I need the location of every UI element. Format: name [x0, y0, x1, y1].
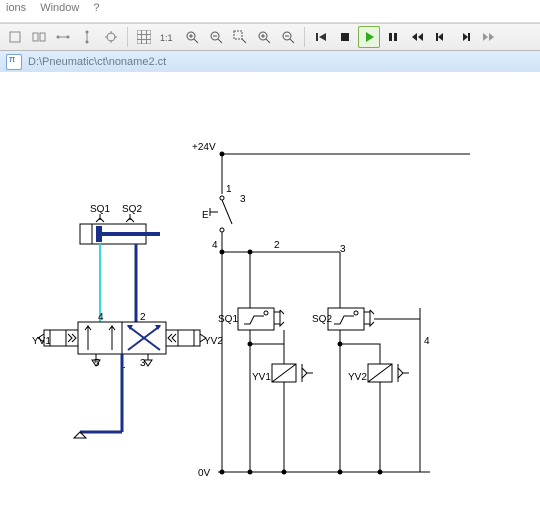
schematic-canvas[interactable]: SQ1 SQ2 YV1	[0, 72, 540, 519]
tool-multirect-icon[interactable]	[28, 26, 50, 48]
supply-label: +24V	[192, 142, 216, 153]
cyl-sensor-label-1: SQ1	[90, 204, 110, 215]
valve-port-2: 2	[140, 312, 146, 323]
grid-toggle-icon[interactable]	[133, 26, 155, 48]
zoom-out-icon[interactable]	[277, 26, 299, 48]
skip-back-icon[interactable]	[406, 26, 428, 48]
svg-text:1:1: 1:1	[160, 33, 173, 43]
relay-sq2-label: SQ2	[312, 314, 332, 325]
tool-target-icon[interactable]	[100, 26, 122, 48]
tool-selection-icon[interactable]	[4, 26, 26, 48]
electric-diagram: +24V 1 3 E 4 2 SQ1	[192, 142, 470, 479]
zoom-in-icon[interactable]	[253, 26, 275, 48]
switch-label-e: E	[202, 210, 209, 221]
switch-node-4: 4	[212, 240, 218, 251]
solenoid-right-label: YV2	[204, 336, 223, 347]
coil-yv1-label: YV1	[252, 372, 271, 383]
node-4-label: 4	[424, 336, 430, 347]
coil-yv2-label: YV2	[348, 372, 367, 383]
step-fwd-icon[interactable]	[454, 26, 476, 48]
cyl-sensor-label-2: SQ2	[122, 204, 142, 215]
node-3-label: 3	[340, 244, 346, 255]
solenoid-left-label: YV1	[32, 336, 51, 347]
menu-item-window[interactable]: Window	[40, 2, 79, 20]
document-path[interactable]: D:\Pneumatic\ct\noname2.ct	[28, 56, 166, 68]
menu-item-options[interactable]: ions	[6, 2, 26, 20]
pause-icon[interactable]	[382, 26, 404, 48]
zoom-1to1-icon[interactable]: 1:1	[157, 26, 179, 48]
zoom-fit-in-icon[interactable]	[181, 26, 203, 48]
relay-sq1-label: SQ1	[218, 314, 238, 325]
toolbar: 1:1	[0, 23, 540, 51]
switch-node-3: 3	[240, 194, 246, 205]
tool-distribute-h-icon[interactable]	[52, 26, 74, 48]
document-bar: D:\Pneumatic\ct\noname2.ct	[0, 51, 540, 74]
ground-label: 0V	[198, 468, 211, 479]
stop-icon[interactable]	[334, 26, 356, 48]
document-icon	[6, 54, 22, 70]
switch-node-1: 1	[226, 184, 232, 195]
skip-fwd-icon[interactable]	[478, 26, 500, 48]
switch-node-2: 2	[274, 240, 280, 251]
toolbar-separator	[127, 27, 128, 47]
zoom-fit-out-icon[interactable]	[205, 26, 227, 48]
tool-distribute-v-icon[interactable]	[76, 26, 98, 48]
zoom-region-icon[interactable]	[229, 26, 251, 48]
menu-item-help[interactable]: ?	[93, 2, 99, 20]
pneumatic-diagram: SQ1 SQ2 YV1	[32, 204, 223, 438]
toolbar-separator	[304, 27, 305, 47]
step-back-icon[interactable]	[430, 26, 452, 48]
play-icon[interactable]	[358, 26, 380, 48]
rewind-icon[interactable]	[310, 26, 332, 48]
valve-port-4: 4	[98, 312, 104, 323]
menu-bar: ions Window ?	[0, 0, 540, 23]
